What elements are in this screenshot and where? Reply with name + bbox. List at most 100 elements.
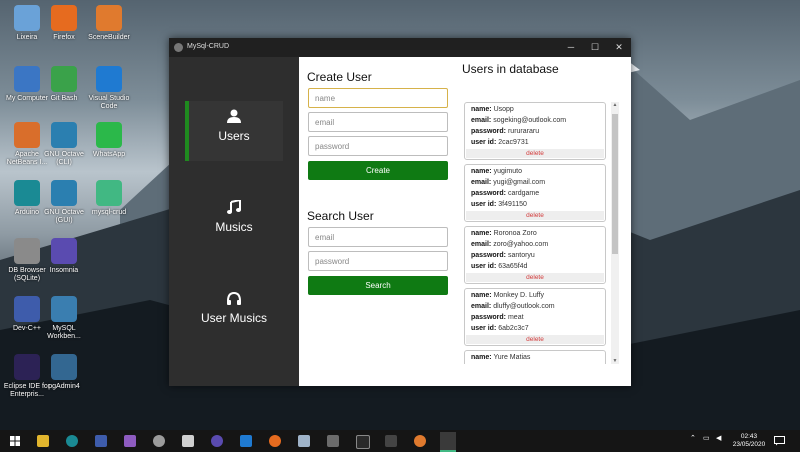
app-icon[interactable] (153, 435, 165, 447)
close-button[interactable]: ✕ (607, 38, 631, 57)
notification-icon[interactable] (774, 436, 785, 446)
user-name-row: name: Roronoa Zoro (471, 230, 537, 237)
calculator-icon[interactable] (182, 435, 194, 447)
scrollbar-thumb[interactable] (612, 114, 618, 254)
vscode-icon[interactable] (240, 435, 252, 447)
desktop-icon[interactable]: Insomnia (37, 238, 91, 275)
desktop-icon[interactable]: SceneBuilder (82, 5, 136, 42)
vue-icon (96, 180, 122, 206)
users-list[interactable]: name: Usopp email: sogeking@outlook.com pa… (464, 102, 619, 364)
terminal-icon[interactable] (356, 435, 370, 449)
sidebar-item-label: User Musics (200, 311, 267, 325)
firefox-icon[interactable] (269, 435, 281, 447)
scroll-up-icon[interactable]: ▲ (611, 102, 619, 108)
user-name-value: Yure Matias (493, 354, 531, 361)
user-password-row: password: meat (471, 314, 524, 321)
field-label: email: (471, 179, 492, 186)
delete-button[interactable]: delete (466, 149, 604, 158)
insomnia-icon[interactable] (211, 435, 223, 447)
delete-button[interactable]: delete (466, 211, 604, 220)
sidebar: Users Musics User Musics (169, 57, 299, 386)
taskbar-clock[interactable]: 02:43 23/05/2020 (730, 433, 768, 449)
field-label: password: (471, 190, 507, 197)
desktop-icon[interactable]: WhatsApp (82, 122, 136, 159)
window-titlebar[interactable]: MySql-CRUD ─ ☐ ✕ (169, 38, 631, 57)
battery-icon[interactable]: ▭ (703, 434, 710, 442)
create-user-heading: Create User (307, 70, 372, 84)
mysql-workbench-icon (51, 296, 77, 322)
window-title: MySql-CRUD (187, 43, 229, 50)
desktop-icon[interactable]: pgAdmin4 (37, 354, 91, 391)
create-password-input[interactable] (308, 136, 448, 156)
field-label: name: (471, 230, 492, 237)
user-id-value: 6ab2c3c7 (498, 325, 529, 332)
user-email-row: email: dluffy@outlook.com (471, 303, 555, 310)
desktop-icon-label: Visual Studio Code (88, 95, 130, 110)
user-card: name: Roronoa Zoro email: zoro@yahoo.com p… (464, 226, 606, 284)
delete-button[interactable]: delete (466, 273, 604, 282)
user-id-row: user id: 2cac9731 (471, 139, 529, 146)
vscode-icon (96, 66, 122, 92)
volume-icon[interactable]: ◀ (716, 434, 721, 442)
user-password-value: meat (507, 314, 524, 321)
app-icon[interactable] (124, 435, 136, 447)
user-id-row: user id: 6ab2c3c7 (471, 325, 529, 332)
sidebar-item-label: Users (218, 129, 250, 143)
desktop-icon-label: WhatsApp (92, 151, 126, 158)
minimize-button[interactable]: ─ (559, 38, 583, 57)
clock-date: 23/05/2020 (732, 441, 766, 448)
field-label: email: (471, 241, 492, 248)
sidebar-item-user-musics[interactable]: User Musics (185, 283, 283, 343)
windows-start-icon[interactable] (10, 436, 20, 446)
search-password-input[interactable] (308, 251, 448, 271)
desktop-icon[interactable]: Visual Studio Code (82, 66, 136, 111)
user-email-row: email: sogeking@outlook.com (471, 117, 566, 124)
field-label: name: (471, 168, 492, 175)
sidebar-item-musics[interactable]: Musics (185, 192, 283, 252)
app-icon[interactable] (385, 435, 397, 447)
user-email-row: email: zoro@yahoo.com (471, 241, 548, 248)
scroll-down-icon[interactable]: ▼ (611, 358, 619, 364)
file-explorer-icon[interactable] (37, 435, 49, 447)
app-icon[interactable] (414, 435, 426, 447)
user-password-row: password: cardgame (471, 190, 539, 197)
app-icon[interactable] (298, 435, 310, 447)
app-icon[interactable] (327, 435, 339, 447)
scenebuilder-icon (96, 5, 122, 31)
main-content: Create User Create Search User Search Us… (299, 57, 631, 386)
users-list-heading: Users in database (462, 62, 559, 76)
user-id-value: 63a65f4d (498, 263, 528, 270)
create-button[interactable]: Create (308, 161, 448, 180)
create-email-input[interactable] (308, 112, 448, 132)
user-password-value: santoryu (507, 252, 535, 259)
headphones-icon (227, 291, 241, 305)
delete-button[interactable]: delete (466, 335, 604, 344)
user-password-value: rururararu (507, 128, 540, 135)
desktop-icon[interactable]: mysql-crud (82, 180, 136, 217)
user-name-row: name: yugimuto (471, 168, 522, 175)
field-label: name: (471, 106, 492, 113)
user-card: name: Yure Matias (464, 350, 606, 364)
search-button[interactable]: Search (308, 276, 448, 295)
user-card: name: yugimuto email: yugi@gmail.com passw… (464, 164, 606, 222)
sidebar-item-users[interactable]: Users (185, 101, 283, 161)
user-name-value: yugimuto (493, 168, 522, 175)
user-name-value: Roronoa Zoro (493, 230, 537, 237)
vue-app-taskbar-button[interactable] (440, 432, 456, 452)
whatsapp-icon (96, 122, 122, 148)
octave-icon (51, 122, 77, 148)
user-name-value: Monkey D. Luffy (493, 292, 545, 299)
arduino-icon[interactable] (66, 435, 78, 447)
create-name-input[interactable] (308, 88, 448, 108)
maximize-button[interactable]: ☐ (583, 38, 607, 57)
search-email-input[interactable] (308, 227, 448, 247)
desktop-icon[interactable]: MySQL Workben... (37, 296, 91, 341)
user-name-row: name: Monkey D. Luffy (471, 292, 544, 299)
field-label: user id: (471, 139, 497, 146)
desktop-icon-label: MySQL Workben... (47, 325, 81, 340)
users-list-scrollbar[interactable]: ▲ ▼ (611, 102, 619, 364)
chevron-up-icon[interactable]: ⌃ (690, 434, 696, 442)
user-email-value: sogeking@outlook.com (493, 117, 567, 124)
desktop-icon-label: mysql-crud (91, 209, 127, 216)
devcpp-icon[interactable] (95, 435, 107, 447)
